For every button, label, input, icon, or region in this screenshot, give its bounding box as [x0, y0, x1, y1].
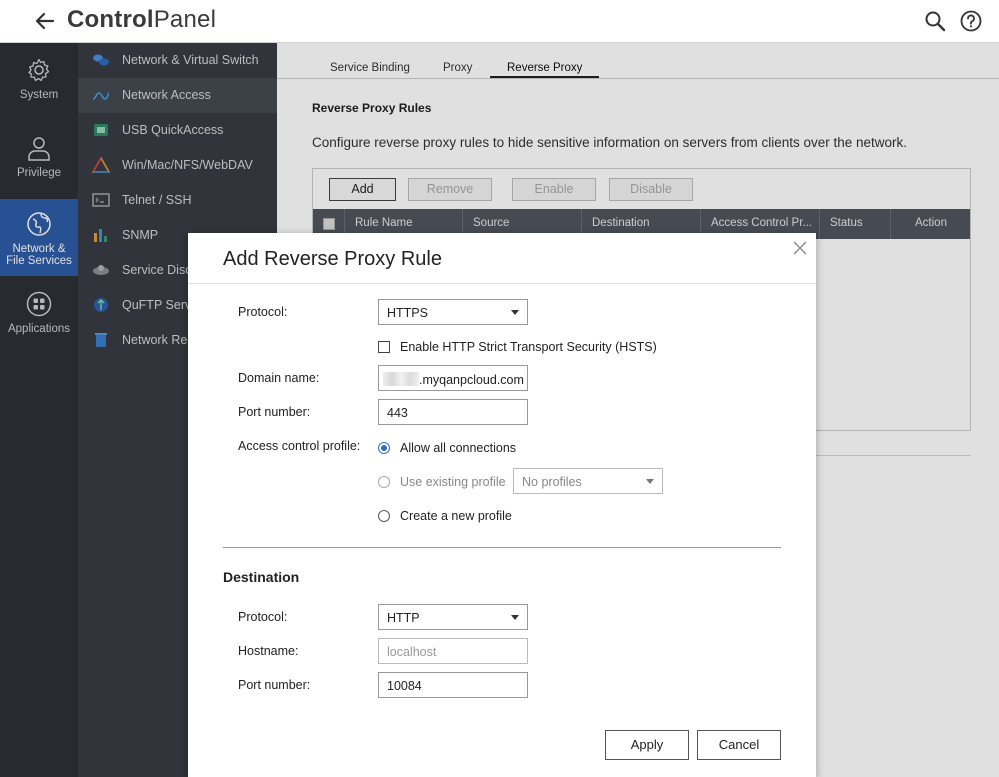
- chevron-down-icon: [511, 615, 519, 620]
- domain-name-input[interactable]: .myqanpcloud.com: [378, 365, 528, 391]
- access-control-profile-label: Access control profile:: [238, 439, 361, 453]
- destination-title: Destination: [223, 569, 300, 585]
- port-number-input[interactable]: 443: [378, 399, 528, 425]
- hostname-input[interactable]: localhost: [378, 638, 528, 664]
- dest-protocol-select-value: HTTP: [387, 611, 420, 625]
- create-new-profile-radio[interactable]: [378, 510, 390, 522]
- existing-profile-select[interactable]: No profiles: [513, 468, 663, 494]
- apply-button[interactable]: Apply: [605, 730, 689, 760]
- dest-protocol-label: Protocol:: [238, 610, 288, 624]
- app-title: ControlPanel: [67, 6, 217, 33]
- back-arrow-icon[interactable]: [33, 9, 57, 33]
- chevron-down-icon: [646, 479, 654, 484]
- search-icon[interactable]: [924, 10, 946, 32]
- existing-profile-select-value: No profiles: [522, 475, 582, 489]
- close-icon[interactable]: [793, 241, 807, 255]
- dialog-title: Add Reverse Proxy Rule: [223, 248, 442, 270]
- hsts-checkbox[interactable]: [378, 341, 390, 353]
- hsts-label: Enable HTTP Strict Transport Security (H…: [400, 340, 657, 354]
- dest-port-number-input[interactable]: 10084: [378, 672, 528, 698]
- allow-all-connections-radio[interactable]: [378, 442, 390, 454]
- domain-name-label: Domain name:: [238, 371, 320, 385]
- top-bar: ControlPanel: [0, 0, 999, 43]
- cancel-button[interactable]: Cancel: [697, 730, 781, 760]
- dialog-header-divider: [188, 283, 816, 284]
- protocol-label: Protocol:: [238, 305, 288, 319]
- port-number-label: Port number:: [238, 405, 311, 419]
- allow-all-connections-label: Allow all connections: [400, 441, 517, 455]
- destination-divider: [223, 547, 781, 548]
- create-new-profile-label: Create a new profile: [400, 509, 512, 523]
- chevron-down-icon: [511, 310, 519, 315]
- hostname-label: Hostname:: [238, 644, 299, 658]
- use-existing-profile-radio[interactable]: [378, 476, 390, 488]
- protocol-select-value: HTTPS: [387, 306, 428, 320]
- add-reverse-proxy-rule-dialog: Add Reverse Proxy Rule Protocol: HTTPS E…: [188, 233, 816, 777]
- help-icon[interactable]: [960, 10, 982, 32]
- dest-protocol-select[interactable]: HTTP: [378, 604, 528, 630]
- dest-port-number-label: Port number:: [238, 678, 311, 692]
- use-existing-profile-label: Use existing profile: [400, 475, 506, 489]
- redacted-subdomain: [383, 372, 419, 386]
- protocol-select[interactable]: HTTPS: [378, 299, 528, 325]
